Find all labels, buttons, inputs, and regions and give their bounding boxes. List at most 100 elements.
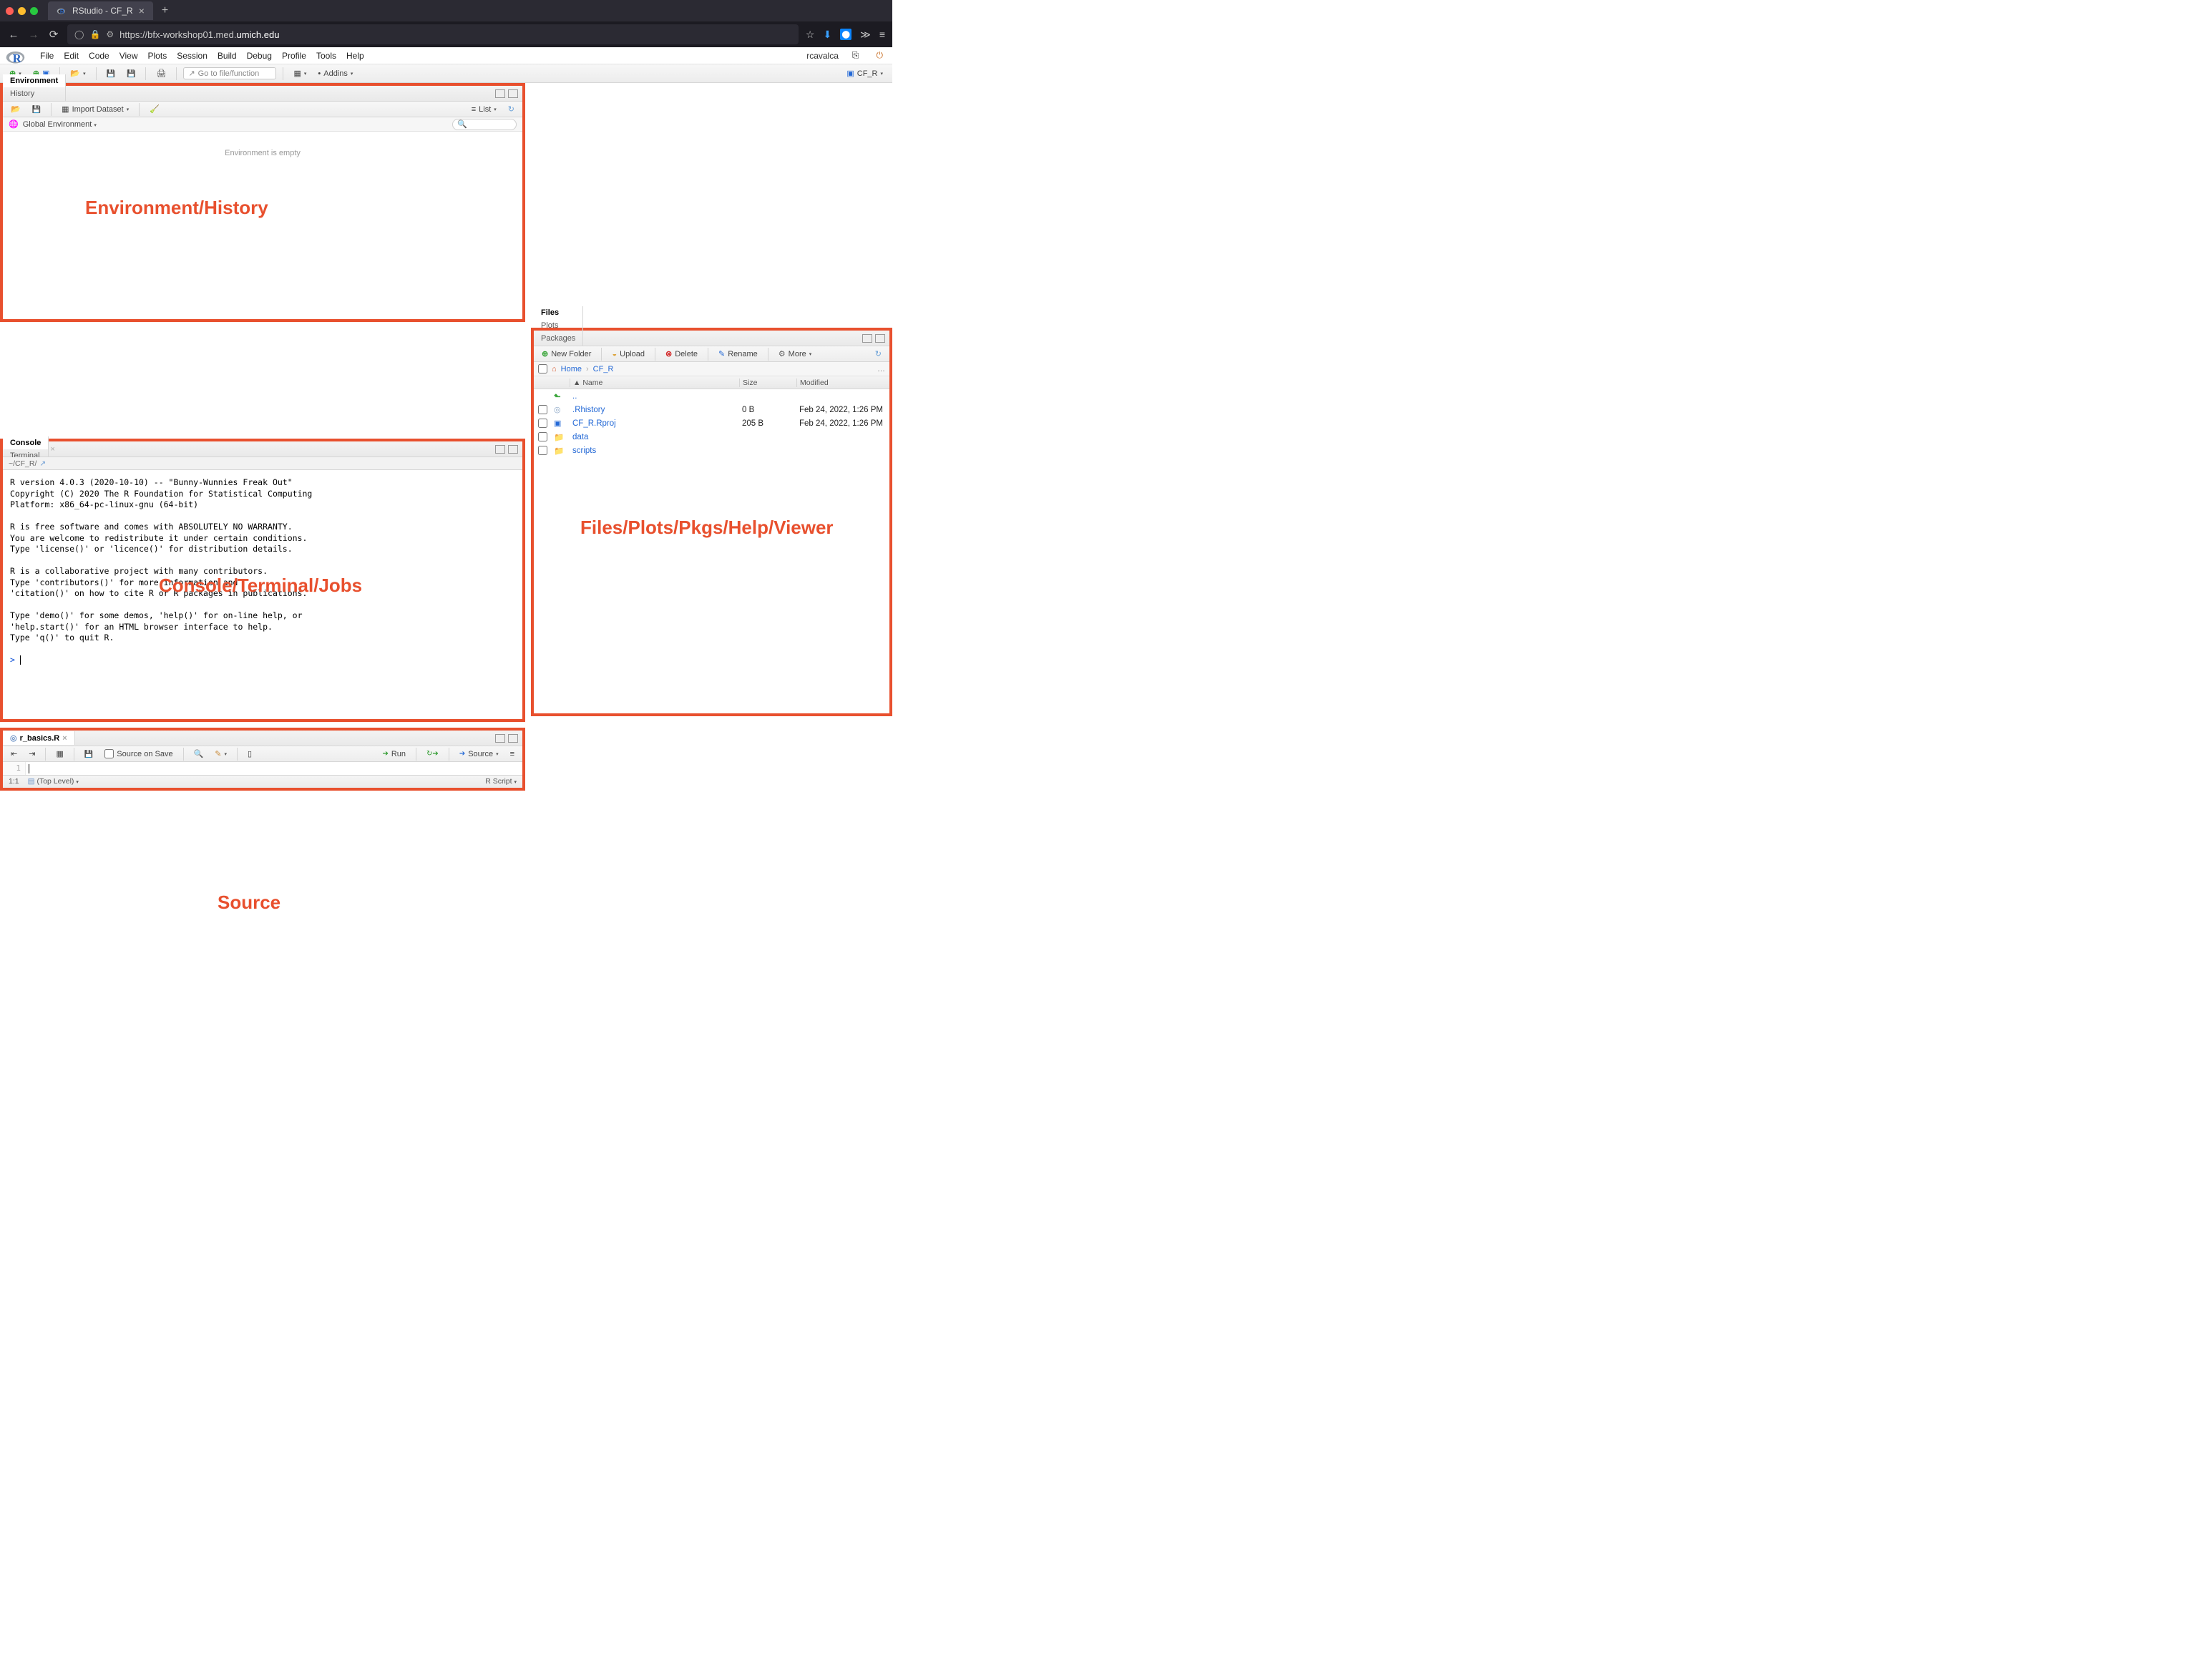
path-picker-icon[interactable]: …: [877, 365, 885, 373]
browser-tab-active[interactable]: R RStudio - CF_R ×: [48, 1, 153, 20]
overflow-icon[interactable]: ≫: [860, 29, 871, 41]
tab-history[interactable]: History: [3, 87, 66, 100]
home-icon[interactable]: ⌂: [552, 365, 557, 373]
upload-button[interactable]: ◒ Upload: [608, 348, 648, 361]
header-name[interactable]: ▲ Name: [570, 379, 739, 387]
file-row[interactable]: ◎.Rhistory0 BFeb 24, 2022, 1:26 PM: [534, 403, 889, 416]
save-source-button[interactable]: [81, 748, 97, 761]
popout-icon[interactable]: ▦: [52, 747, 67, 761]
rename-button[interactable]: ✎ Rename: [715, 347, 761, 361]
tab-packages[interactable]: Packages: [534, 332, 583, 345]
new-folder-button[interactable]: ⊕ New Folder: [538, 347, 595, 361]
scope-dropdown[interactable]: (Top Level) ▾: [28, 777, 79, 786]
header-size[interactable]: Size: [739, 379, 796, 387]
crumb-dir[interactable]: CF_R: [593, 365, 614, 373]
reload-button[interactable]: ⟳: [47, 28, 60, 41]
forward-nav-icon[interactable]: ⇥: [25, 747, 39, 761]
run-button[interactable]: ➔ Run: [379, 748, 409, 761]
console-output[interactable]: R version 4.0.3 (2020-10-10) -- "Bunny-W…: [3, 470, 522, 719]
row-checkbox[interactable]: [538, 419, 547, 428]
crumb-home[interactable]: Home: [561, 365, 582, 373]
mac-window-controls[interactable]: [6, 7, 38, 15]
close-tab-icon[interactable]: ×: [62, 734, 67, 743]
bookmark-star-icon[interactable]: ☆: [806, 29, 815, 41]
power-button[interactable]: ⏻: [873, 48, 887, 63]
more-button[interactable]: More ▾: [775, 347, 815, 361]
menu-debug[interactable]: Debug: [247, 51, 272, 61]
row-name[interactable]: ..: [570, 392, 739, 401]
source-on-save-toggle[interactable]: Source on Save: [101, 747, 176, 761]
file-row[interactable]: ⬑..: [534, 389, 889, 403]
clear-env-icon[interactable]: [146, 102, 163, 116]
menu-build[interactable]: Build: [218, 51, 237, 61]
language-dropdown[interactable]: R Script ▾: [485, 777, 517, 786]
close-tab-icon[interactable]: ×: [49, 445, 56, 454]
tab-environment[interactable]: Environment: [3, 74, 66, 87]
delete-button[interactable]: ⊗ Delete: [662, 347, 701, 361]
back-button[interactable]: ←: [7, 29, 20, 41]
scope-dropdown[interactable]: Global Environment ▾: [23, 120, 97, 129]
tab-console[interactable]: Console: [3, 436, 49, 449]
open-button[interactable]: 📂 ▾: [67, 67, 89, 80]
pane-window-controls[interactable]: [491, 734, 522, 743]
tab-files[interactable]: Files: [534, 306, 583, 319]
source-button[interactable]: ➔ Source ▾: [456, 748, 502, 761]
mac-close-icon[interactable]: [6, 7, 14, 15]
source-file-tab[interactable]: ◎ r_basics.R ×: [3, 731, 75, 745]
download-icon[interactable]: ⬇: [823, 29, 831, 41]
env-search-input[interactable]: 🔍: [452, 119, 517, 130]
refresh-files-icon[interactable]: ↻: [872, 347, 885, 361]
wand-icon[interactable]: ▾: [211, 747, 230, 761]
pane-window-controls[interactable]: [491, 445, 522, 454]
project-dropdown[interactable]: ▣ CF_R ▾: [843, 67, 887, 80]
menu-view[interactable]: View: [119, 51, 138, 61]
search-icon[interactable]: [190, 747, 208, 761]
refresh-env-icon[interactable]: ↻: [504, 102, 518, 116]
mac-fullscreen-icon[interactable]: [30, 7, 38, 15]
tab-plots[interactable]: Plots: [534, 319, 583, 332]
load-icon[interactable]: 📂: [7, 102, 24, 116]
row-checkbox[interactable]: [538, 432, 547, 441]
view-mode-dropdown[interactable]: ≡ List ▾: [468, 103, 500, 116]
row-name[interactable]: CF_R.Rproj: [570, 419, 739, 428]
save-all-button[interactable]: [123, 67, 139, 80]
addins-button[interactable]: • Addins ▾: [314, 67, 356, 80]
hamburger-menu-icon[interactable]: ≡: [879, 29, 885, 40]
select-all-checkbox[interactable]: [538, 364, 547, 373]
row-name[interactable]: data: [570, 433, 739, 441]
grid-button[interactable]: ▦ ▾: [290, 67, 310, 80]
menu-help[interactable]: Help: [346, 51, 364, 61]
menu-edit[interactable]: Edit: [64, 51, 79, 61]
tab-close-icon[interactable]: ×: [139, 5, 145, 16]
menu-profile[interactable]: Profile: [282, 51, 306, 61]
outline-icon[interactable]: ≡: [507, 748, 518, 761]
goto-file-input[interactable]: ↗ Go to file/function: [183, 67, 276, 79]
row-checkbox[interactable]: [538, 405, 547, 414]
mac-minimize-icon[interactable]: [18, 7, 26, 15]
row-name[interactable]: .Rhistory: [570, 406, 739, 414]
row-checkbox[interactable]: [538, 446, 547, 455]
save-env-icon[interactable]: [29, 103, 44, 116]
file-row[interactable]: 📁data: [534, 430, 889, 444]
menu-code[interactable]: Code: [89, 51, 109, 61]
pane-window-controls[interactable]: [858, 334, 889, 343]
print-button[interactable]: 🖨: [152, 67, 170, 80]
code-editor[interactable]: 1: [3, 762, 522, 775]
import-dataset-button[interactable]: ▦ Import Dataset ▾: [58, 102, 132, 116]
menu-tools[interactable]: Tools: [316, 51, 336, 61]
session-out-button[interactable]: ⎘: [849, 48, 863, 63]
back-nav-icon[interactable]: ⇤: [7, 747, 21, 761]
header-modified[interactable]: Modified: [796, 379, 889, 387]
row-name[interactable]: scripts: [570, 446, 739, 455]
wd-arrow-icon[interactable]: ↗: [39, 459, 46, 468]
compile-icon[interactable]: ▯: [244, 747, 255, 761]
menu-file[interactable]: File: [40, 51, 54, 61]
url-input[interactable]: ◯ 🔒 ⚙ https://bfx-workshop01.med.umich.e…: [67, 24, 799, 44]
new-tab-button[interactable]: +: [157, 4, 172, 17]
rerun-button[interactable]: ↻➔: [423, 748, 442, 760]
file-row[interactable]: 📁scripts: [534, 444, 889, 457]
pane-window-controls[interactable]: [491, 89, 522, 98]
save-button[interactable]: [103, 67, 119, 80]
menu-session[interactable]: Session: [177, 51, 208, 61]
extension-badge-icon[interactable]: ⬤: [840, 29, 851, 40]
